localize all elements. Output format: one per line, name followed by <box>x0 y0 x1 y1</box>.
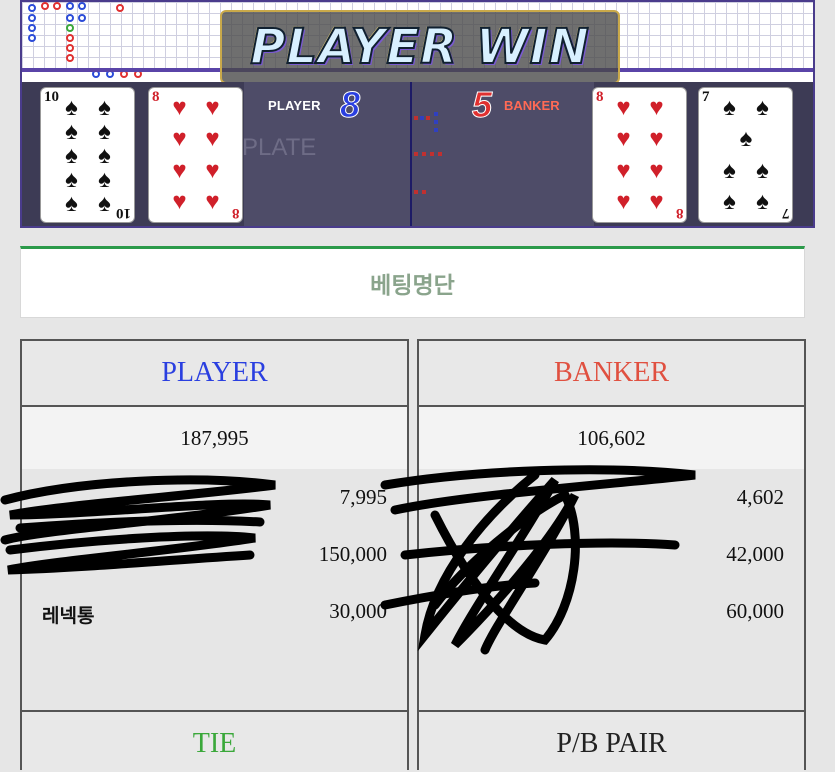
result-text: PLAYER WIN <box>249 18 590 76</box>
bet-amount: 7,995 <box>339 485 387 509</box>
road-mark <box>434 128 438 132</box>
bead-player <box>28 24 36 32</box>
road-mark <box>422 190 426 194</box>
player-bets-total: 187,995 <box>22 407 407 469</box>
list-item: 60,000 <box>419 583 804 640</box>
betting-list-header: 베팅명단 <box>20 246 805 318</box>
road-mark <box>420 116 424 120</box>
road-mark <box>430 152 434 156</box>
tie-bets-panel: TIE <box>20 710 409 772</box>
bead-player <box>66 2 74 10</box>
road-mark <box>434 120 438 124</box>
road-mark <box>414 152 418 156</box>
bet-amount: 30,000 <box>329 599 387 623</box>
list-item: 4,602 <box>419 469 804 526</box>
card-rank: 8 <box>152 89 160 105</box>
bead-banker <box>116 4 124 12</box>
list-item: 7,995 <box>22 469 407 526</box>
banker-bets-list: 4,602 42,000 60,000 <box>419 469 804 640</box>
list-item: 42,000 <box>419 526 804 583</box>
player-bets-title: PLAYER <box>22 341 407 407</box>
banker-bets-title: BANKER <box>419 341 804 407</box>
banker-label: BANKER <box>504 98 560 113</box>
bead-player <box>28 4 36 12</box>
bead-player <box>78 2 86 10</box>
card-rank: 7 <box>702 89 710 105</box>
player-bets-list: 7,995 150,000 레넥통 30,000 <box>22 469 407 640</box>
bettor-name: 레넥통 <box>42 606 95 627</box>
spade-icon: ♠ ♠ ♠ ♠ ♠ ♠ ♠ <box>723 94 769 215</box>
bead-banker <box>66 54 74 62</box>
player-label: PLAYER <box>268 98 321 113</box>
road-mark <box>434 112 438 116</box>
game-board: PLAYER WIN PLATE 10 10 ♠ ♠ ♠ ♠ ♠ ♠ ♠ ♠ ♠ ♠ 8 8 <box>20 0 815 228</box>
result-banner: PLAYER WIN <box>220 10 620 84</box>
card-rank: 8 <box>231 205 240 221</box>
bead-player <box>28 14 36 22</box>
road-mark <box>426 116 430 120</box>
bet-amount: 60,000 <box>726 599 784 623</box>
heart-icon: ♥ ♥ ♥ ♥ ♥ ♥ ♥ ♥ <box>616 94 664 215</box>
bead-player <box>28 34 36 42</box>
bead-banker <box>66 34 74 42</box>
bet-amount: 150,000 <box>318 542 387 566</box>
bet-amount: 42,000 <box>726 542 784 566</box>
road-mark <box>414 190 418 194</box>
bead-banker <box>66 44 74 52</box>
bet-amount: 4,602 <box>736 485 784 509</box>
list-item: 레넥통 30,000 <box>22 583 407 640</box>
cards-panel: PLATE 10 10 ♠ ♠ ♠ ♠ ♠ ♠ ♠ ♠ ♠ ♠ 8 8 ♥ ♥ ♥ ♥ ♥ ♥ ♥ ♥ <box>22 82 813 226</box>
banker-card-1: 8 8 ♥ ♥ ♥ ♥ ♥ ♥ ♥ ♥ <box>593 88 686 222</box>
road-mark <box>438 152 442 156</box>
banker-bets-panel: BANKER 106,602 4,602 42,000 60,000 <box>417 339 806 713</box>
list-item: 150,000 <box>22 526 407 583</box>
player-score: 8 <box>339 84 361 126</box>
tie-bets-title: TIE <box>22 712 407 772</box>
heart-icon: ♥ ♥ ♥ ♥ ♥ ♥ ♥ ♥ <box>172 94 220 215</box>
bead-banker <box>53 2 61 10</box>
player-card-2: 8 8 ♥ ♥ ♥ ♥ ♥ ♥ ♥ ♥ <box>149 88 242 222</box>
card-rank: 7 <box>781 205 790 221</box>
bead-player <box>66 14 74 22</box>
bead-player <box>78 14 86 22</box>
pair-bets-title: P/B PAIR <box>419 712 804 772</box>
card-rank: 8 <box>596 89 604 105</box>
betting-list-title: 베팅명단 <box>370 272 455 298</box>
player-card-1: 10 10 ♠ ♠ ♠ ♠ ♠ ♠ ♠ ♠ ♠ ♠ <box>41 88 134 222</box>
spade-icon: ♠ ♠ ♠ ♠ ♠ ♠ ♠ ♠ ♠ ♠ <box>65 94 111 217</box>
plate-watermark: PLATE <box>242 134 317 161</box>
banker-bets-total: 106,602 <box>419 407 804 469</box>
player-bets-panel: PLAYER 187,995 7,995 150,000 레넥통 30,000 <box>20 339 409 713</box>
banker-card-2: 7 7 ♠ ♠ ♠ ♠ ♠ ♠ ♠ <box>699 88 792 222</box>
road-mark <box>422 152 426 156</box>
pair-bets-panel: P/B PAIR <box>417 710 806 772</box>
bead-banker <box>41 2 49 10</box>
bead-tie <box>66 24 74 32</box>
road-mark <box>414 116 418 120</box>
banker-score: 5 <box>471 84 493 126</box>
card-rank: 8 <box>675 205 684 221</box>
